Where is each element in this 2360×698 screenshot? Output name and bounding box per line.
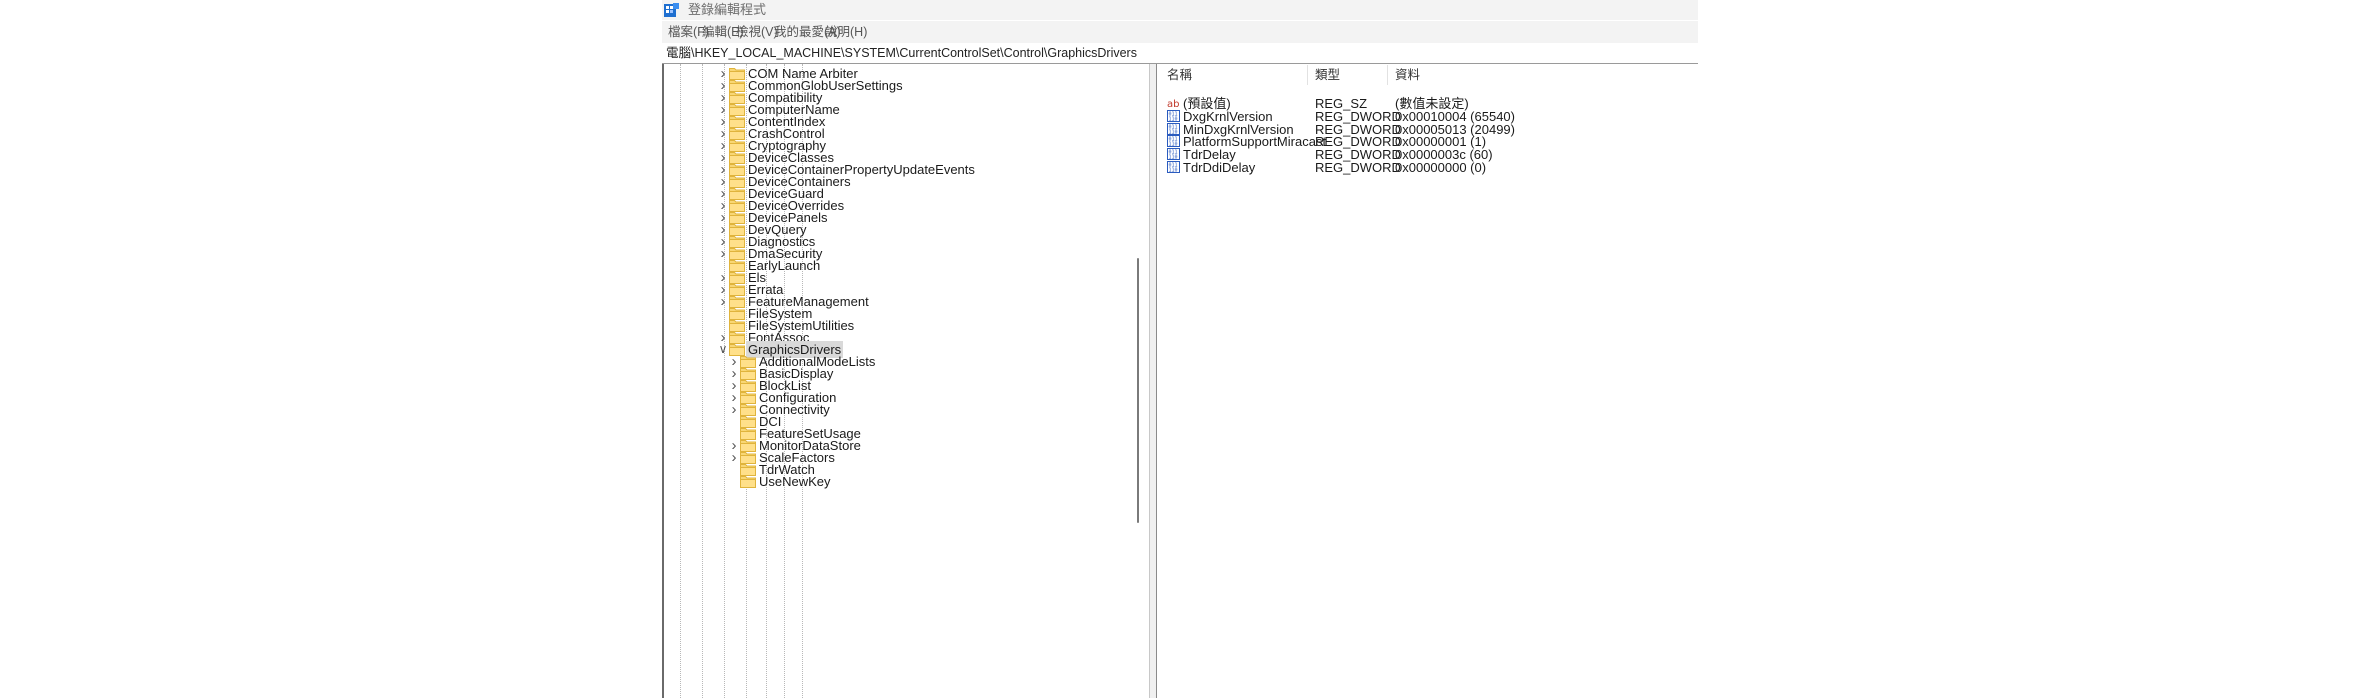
folder-icon [740, 476, 756, 488]
menu-view[interactable]: 檢視(V) [736, 25, 778, 40]
registry-tree[interactable]: › COM Name Arbiter › CommonGlobUserSettings… [662, 64, 1132, 698]
address-bar[interactable]: 電腦\HKEY_LOCAL_MACHINE\SYSTEM\CurrentCont… [662, 43, 1698, 64]
column-divider[interactable] [1387, 65, 1388, 85]
tree-node-label[interactable]: UseNewKey [757, 473, 833, 490]
values-list[interactable]: 名稱 類型 資料 ab (預設值) REG_SZ (數值未設定) 011 110 DxgKr… [1157, 64, 1698, 698]
tree-node[interactable]: UseNewKey [662, 473, 1122, 490]
column-header-data[interactable]: 資料 [1395, 68, 1420, 83]
column-divider[interactable] [1307, 65, 1308, 85]
window-title: 登錄編輯程式 [688, 2, 767, 17]
registry-editor-window: 登錄編輯程式 檔案(F) 編輯(E) 檢視(V) 我的最愛(A) 說明(H) 電腦\HK… [662, 0, 1698, 698]
value-row[interactable]: 011 110 TdrDdiDelay REG_DWORD 0x00000000 (0) [1157, 158, 1698, 177]
value-data: 0x00000000 (0) [1395, 160, 1487, 175]
address-path[interactable]: 電腦\HKEY_LOCAL_MACHINE\SYSTEM\CurrentCont… [666, 45, 1137, 61]
title-bar: 登錄編輯程式 [662, 0, 1698, 20]
value-name: TdrDdiDelay [1183, 160, 1256, 175]
value-type: REG_DWORD [1315, 160, 1401, 175]
tree-border [662, 64, 664, 698]
column-header-name[interactable]: 名稱 [1167, 68, 1192, 83]
pane-splitter[interactable] [1149, 64, 1157, 698]
binary-value-icon: 011110 [1167, 161, 1180, 173]
menu-bar: 檔案(F) 編輯(E) 檢視(V) 我的最愛(A) 說明(H) [662, 21, 1698, 43]
regedit-icon [664, 3, 679, 17]
svg-text:110: 110 [1169, 168, 1178, 174]
menu-help[interactable]: 說明(H) [825, 25, 867, 40]
tree-scroll-thumb[interactable] [1137, 258, 1139, 523]
tree-scrollbar[interactable] [1134, 64, 1144, 698]
column-header-type[interactable]: 類型 [1315, 68, 1340, 83]
